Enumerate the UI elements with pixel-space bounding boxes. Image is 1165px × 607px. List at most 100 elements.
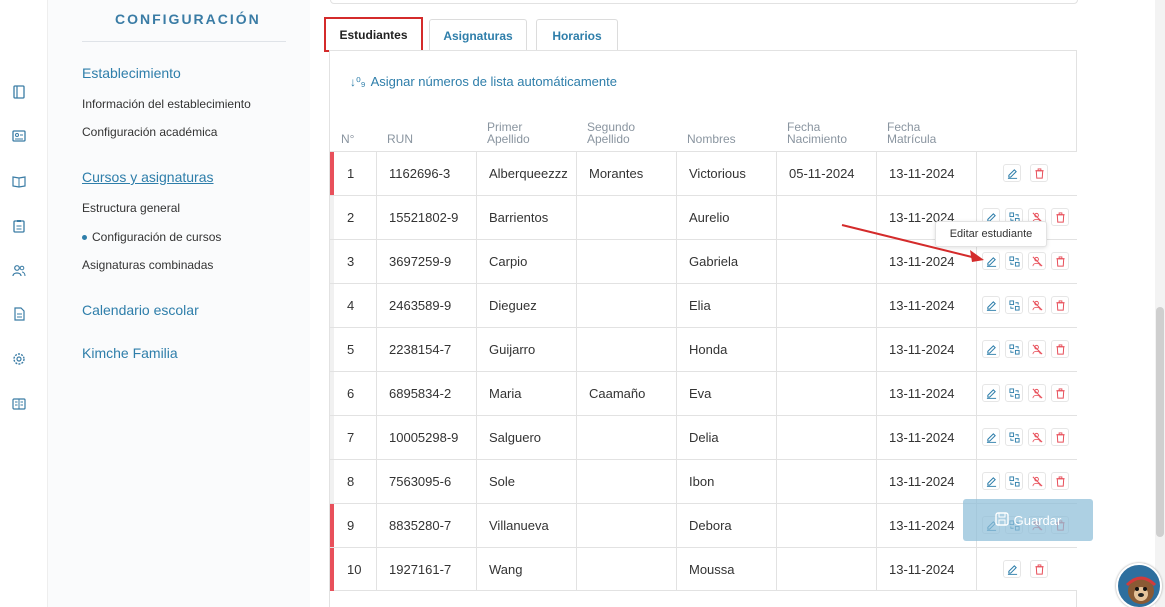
sidebar-title: CONFIGURACIÓN (115, 11, 261, 27)
edit-icon[interactable] (1003, 560, 1021, 578)
save-label: Guardar (1013, 512, 1062, 528)
icon-rail (0, 0, 48, 607)
column-divider (476, 240, 477, 283)
save-icon (994, 511, 1009, 529)
clipboard-icon[interactable] (12, 219, 26, 233)
column-divider (776, 152, 777, 195)
book-icon[interactable] (12, 85, 26, 99)
column-divider (876, 328, 877, 371)
column-divider (576, 196, 577, 239)
delete-icon[interactable] (1051, 296, 1069, 314)
cell-run: 10005298-9 (389, 430, 459, 445)
delete-icon[interactable] (1051, 384, 1069, 402)
delete-icon[interactable] (1051, 472, 1069, 490)
transfer-icon[interactable] (1005, 428, 1023, 446)
cell-run: 3697259-9 (389, 254, 452, 269)
sidebar-section-establecimiento[interactable]: Establecimiento (82, 65, 181, 81)
row-status-marker (330, 548, 334, 591)
sidebar-item-informacion[interactable]: Información del establecimiento (82, 97, 251, 111)
edit-icon[interactable] (982, 384, 1000, 402)
cell-ap1: Maria (489, 386, 522, 401)
row-status-marker (330, 328, 334, 371)
header-segundo-apellido: Segundo Apellido (587, 120, 636, 146)
sidebar-section-cursos[interactable]: Cursos y asignaturas (82, 169, 214, 185)
header-fecha-nacimiento: Fecha Nacimiento (787, 120, 848, 146)
remove-user-icon[interactable] (1028, 384, 1046, 402)
delete-icon[interactable] (1030, 560, 1048, 578)
column-divider (676, 152, 677, 195)
save-button[interactable]: Guardar (963, 499, 1093, 541)
delete-icon[interactable] (1051, 208, 1069, 226)
assign-numbers-link[interactable]: ↓⁰₉ Asignar números de lista automáticam… (350, 74, 617, 89)
id-card-icon[interactable] (12, 129, 26, 143)
column-divider (576, 504, 577, 547)
transfer-icon[interactable] (1005, 472, 1023, 490)
delete-icon[interactable] (1030, 164, 1048, 182)
cell-mat: 13-11-2024 (889, 166, 955, 181)
scrollbar-thumb[interactable] (1156, 307, 1164, 537)
row-status-marker (330, 372, 334, 415)
cell-n: 4 (347, 298, 355, 313)
cell-n: 10 (347, 562, 362, 577)
cell-mat: 13-11-2024 (889, 474, 955, 489)
delete-icon[interactable] (1051, 252, 1069, 270)
delete-icon[interactable] (1051, 428, 1069, 446)
tab-horarios[interactable]: Horarios (536, 19, 618, 51)
delete-icon[interactable] (1051, 340, 1069, 358)
column-divider (376, 504, 377, 547)
cell-run: 2238154-7 (389, 342, 452, 357)
manual-icon[interactable] (12, 397, 26, 411)
sidebar-item-config-academica[interactable]: Configuración académica (82, 125, 217, 139)
cell-n: 1 (347, 166, 355, 181)
tab-asignaturas[interactable]: Asignaturas (429, 19, 527, 51)
transfer-icon[interactable] (1005, 296, 1023, 314)
sidebar-item-estructura[interactable]: Estructura general (82, 201, 180, 215)
column-divider (376, 548, 377, 591)
sidebar-section-calendario[interactable]: Calendario escolar (82, 302, 199, 318)
column-divider (976, 416, 977, 459)
remove-user-icon[interactable] (1028, 340, 1046, 358)
assistant-avatar[interactable] (1116, 563, 1162, 607)
column-divider (676, 416, 677, 459)
sidebar-section-kimche[interactable]: Kimche Familia (82, 345, 178, 361)
document-icon[interactable] (12, 307, 26, 321)
column-divider (876, 416, 877, 459)
cell-n: 8 (347, 474, 355, 489)
edit-icon[interactable] (982, 340, 1000, 358)
users-icon[interactable] (12, 263, 26, 277)
tab-estudiantes[interactable]: Estudiantes (324, 17, 423, 52)
cell-nombres: Gabriela (689, 254, 739, 269)
scrollbar[interactable] (1155, 0, 1165, 607)
open-book-icon[interactable] (12, 174, 26, 188)
sidebar-item-asignaturas-combinadas[interactable]: Asignaturas combinadas (82, 258, 213, 272)
transfer-icon[interactable] (1005, 340, 1023, 358)
column-divider (476, 284, 477, 327)
transfer-icon[interactable] (1005, 384, 1023, 402)
remove-user-icon[interactable] (1028, 472, 1046, 490)
column-divider (676, 284, 677, 327)
remove-user-icon[interactable] (1028, 296, 1046, 314)
row-status-marker (330, 416, 334, 459)
edit-icon[interactable] (982, 296, 1000, 314)
edit-icon[interactable] (982, 428, 1000, 446)
remove-user-icon[interactable] (1028, 428, 1046, 446)
cell-mat: 13-11-2024 (889, 298, 955, 313)
cell-mat: 13-11-2024 (889, 342, 955, 357)
column-divider (376, 152, 377, 195)
edit-icon[interactable] (1003, 164, 1021, 182)
transfer-icon[interactable] (1005, 252, 1023, 270)
column-divider (576, 152, 577, 195)
cell-run: 6895834-2 (389, 386, 452, 401)
column-divider (476, 196, 477, 239)
remove-user-icon[interactable] (1028, 252, 1046, 270)
row-status-marker (330, 284, 334, 327)
cell-ap1: Carpio (489, 254, 528, 269)
edit-icon[interactable] (982, 472, 1000, 490)
gear-icon[interactable] (12, 352, 26, 366)
sidebar-item-config-cursos[interactable]: Configuración de cursos (82, 230, 221, 244)
column-divider (476, 152, 477, 195)
cell-n: 3 (347, 254, 355, 269)
column-divider (376, 240, 377, 283)
column-divider (576, 284, 577, 327)
sort-numeric-icon: ↓⁰₉ (350, 74, 366, 89)
